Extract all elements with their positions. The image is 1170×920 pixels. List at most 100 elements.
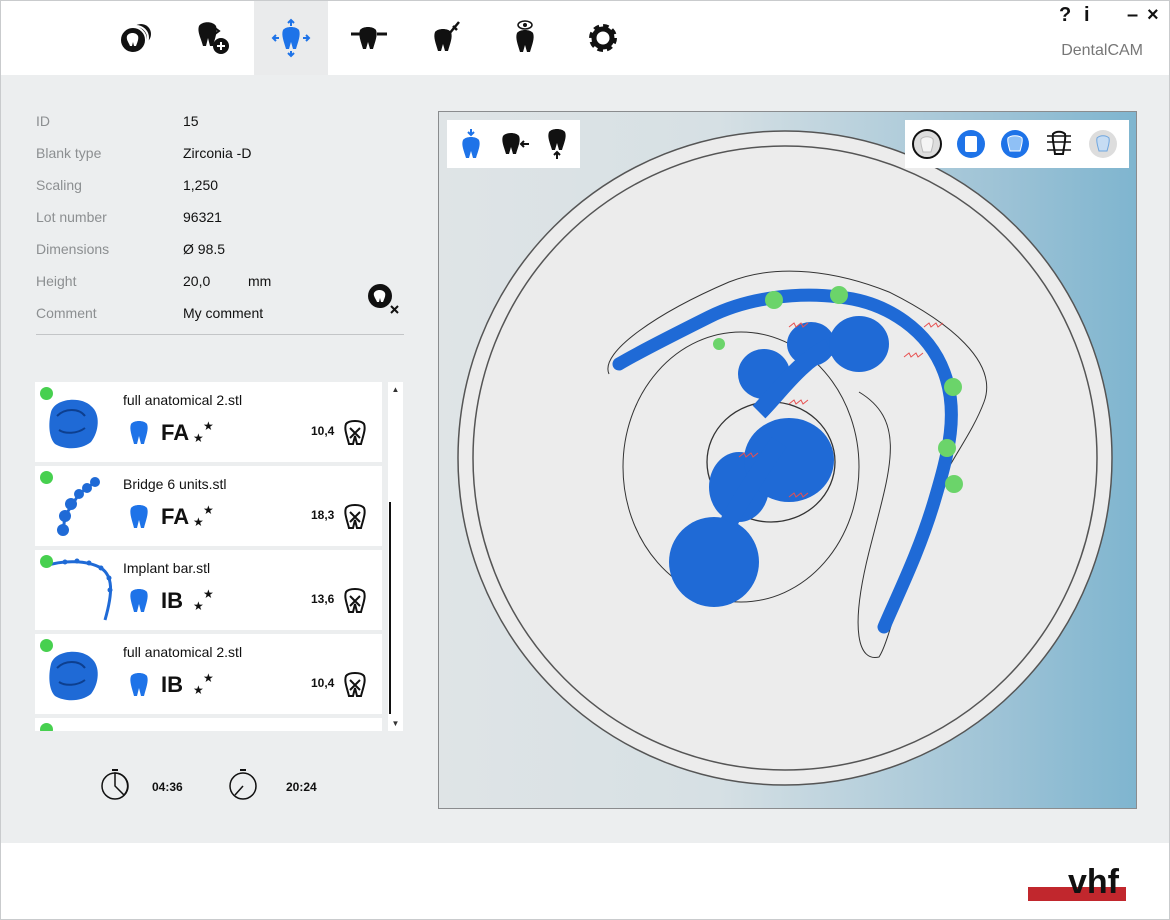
status-ok-dot <box>40 387 53 400</box>
info-unit: mm <box>248 273 272 289</box>
info-value: Ø 98.5 <box>183 241 226 257</box>
settings-tool-button[interactable] <box>566 1 640 75</box>
status-ok-dot <box>40 471 53 484</box>
connectors-tool-button[interactable] <box>332 1 406 75</box>
info-value: 96321 <box>183 209 222 225</box>
crown-thumbnail <box>49 651 98 701</box>
milling-tool-icon <box>344 672 366 697</box>
scroll-down-arrow[interactable]: ▼ <box>388 716 403 731</box>
tooth-import-icon <box>198 22 229 54</box>
tooth-down-icon <box>462 129 480 158</box>
info-divider <box>36 334 404 335</box>
milling-tool-icon <box>344 504 366 529</box>
scroll-up-arrow[interactable]: ▲ <box>388 382 403 397</box>
blank-tool-button[interactable] <box>98 1 172 75</box>
info-label: Scaling <box>36 177 82 193</box>
job-file-name: Implant bar.stl <box>123 560 211 576</box>
minimize-button[interactable]: – <box>1127 4 1138 27</box>
tooth-type-icon <box>130 589 148 612</box>
tooth-left-icon <box>502 133 529 154</box>
blank-scene <box>457 130 1113 786</box>
bridge-thumbnail <box>57 477 100 536</box>
gear-icon <box>589 24 617 52</box>
svg-text:★: ★ <box>203 672 214 685</box>
milling-tool-icon <box>344 420 366 445</box>
job-item[interactable] <box>35 718 382 731</box>
view-blank-button[interactable] <box>909 126 945 162</box>
tooth-left-view-button[interactable] <box>497 126 533 162</box>
connectors-view-icon <box>1047 130 1071 155</box>
view-crown-button[interactable] <box>997 126 1033 162</box>
tooth-move-icon <box>271 18 311 58</box>
info-button[interactable]: i <box>1084 4 1090 27</box>
import-tool-button[interactable] <box>176 1 250 75</box>
milling-tool-icon <box>344 588 366 613</box>
job-type-code: FA <box>161 504 190 529</box>
total-time: 20:24 <box>286 780 317 794</box>
job-item[interactable]: Implant bar.stl IB ★ ★ 13,6 <box>35 550 382 630</box>
crown-view-icon <box>1001 130 1029 158</box>
info-value: 20,0 <box>183 273 211 289</box>
quality-stars-icon: ★★ <box>193 420 214 445</box>
3d-viewport[interactable] <box>438 111 1137 809</box>
blank-disc-icon <box>119 24 151 54</box>
remove-blank-button[interactable] <box>366 282 402 316</box>
info-value: 15 <box>183 113 199 129</box>
job-value: 18,3 <box>311 508 335 522</box>
svg-text:★: ★ <box>203 420 214 433</box>
svg-text:★: ★ <box>193 431 204 445</box>
job-value: 10,4 <box>311 676 335 690</box>
job-file-name: full anatomical 2.stl <box>123 644 243 660</box>
svg-text:★: ★ <box>203 504 214 517</box>
tooth-tool-icon <box>434 21 460 51</box>
quality-stars-icon: ★★ <box>193 504 214 529</box>
job-file-name: Bridge 6 units.stl <box>123 476 227 492</box>
view-model-button[interactable] <box>953 126 989 162</box>
quality-stars-icon: ★★ <box>193 672 214 697</box>
vhf-logo: vhf <box>1028 863 1126 901</box>
view-ghost-button[interactable] <box>1085 126 1121 162</box>
implant-bar-thumbnail <box>44 558 113 621</box>
quality-stars-icon: ★★ <box>193 588 214 613</box>
view-tools-left <box>447 120 580 168</box>
svg-text:★: ★ <box>203 588 214 601</box>
milling-time: 04:36 <box>152 780 183 794</box>
footer <box>1 843 1169 919</box>
blank-view-icon <box>912 129 942 159</box>
svg-text:★: ★ <box>193 599 204 613</box>
tooth-type-icon <box>130 505 148 528</box>
scroll-thumb[interactable] <box>389 502 402 714</box>
close-button[interactable]: × <box>1147 4 1159 27</box>
status-ok-dot <box>40 555 53 568</box>
tooth-eye-icon <box>516 20 534 52</box>
job-type-code: IB <box>161 588 183 613</box>
job-item[interactable]: full anatomical 2.stl FA ★ ★ 10,4 <box>35 382 382 462</box>
info-label: ID <box>36 113 50 129</box>
status-ok-dot <box>40 639 53 652</box>
svg-text:vhf: vhf <box>1068 863 1120 901</box>
info-label: Lot number <box>36 209 107 225</box>
tooth-type-icon <box>130 673 148 696</box>
crown-thumbnail <box>49 399 98 449</box>
ghost-view-icon <box>1089 130 1117 158</box>
move-down-view-button[interactable] <box>453 126 489 162</box>
app-brand: DentalCAM <box>1061 42 1143 59</box>
job-list: full anatomical 2.stl FA ★ ★ 10,4 Bridge … <box>35 382 385 731</box>
job-value: 10,4 <box>311 424 335 438</box>
info-label: Blank type <box>36 145 102 161</box>
tooth-up-view-button[interactable] <box>539 126 575 162</box>
position-tool-button[interactable] <box>254 1 328 75</box>
comment-field[interactable]: My comment <box>183 305 373 321</box>
help-button[interactable]: ? <box>1059 4 1071 27</box>
view-connectors-button[interactable] <box>1041 126 1077 162</box>
job-value: 13,6 <box>311 592 335 606</box>
preview-tool-button[interactable] <box>488 1 562 75</box>
job-list-scrollbar[interactable]: ▲ ▼ <box>388 382 403 731</box>
info-label: Height <box>36 273 77 289</box>
job-type-code: FA <box>161 420 190 445</box>
job-item[interactable]: full anatomical 2.stl IB ★ ★ 10,4 <box>35 634 382 714</box>
calculate-tool-button[interactable] <box>410 1 484 75</box>
svg-text:★: ★ <box>193 515 204 529</box>
job-item[interactable]: Bridge 6 units.stl FA ★ ★ 18,3 <box>35 466 382 546</box>
info-label: Comment <box>36 305 97 321</box>
